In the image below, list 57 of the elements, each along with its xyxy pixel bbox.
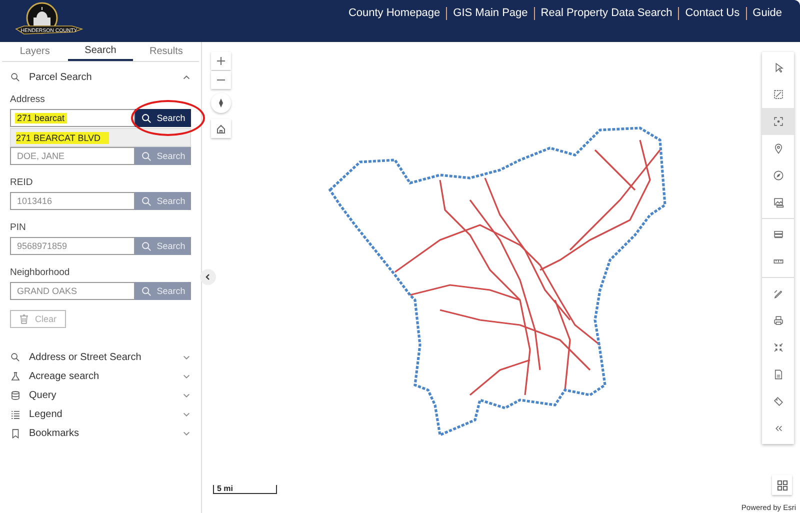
accordion-header[interactable]: Acreage search bbox=[0, 367, 201, 386]
accordion-header[interactable]: Query bbox=[0, 386, 201, 405]
grid-icon bbox=[776, 480, 788, 490]
search-icon bbox=[140, 112, 152, 124]
accordion-header[interactable]: Parcel Search bbox=[0, 62, 201, 92]
trash-icon bbox=[19, 314, 29, 324]
home-icon bbox=[216, 124, 226, 134]
search-icon bbox=[10, 352, 21, 363]
tab[interactable]: Results bbox=[133, 42, 200, 61]
focus-icon bbox=[772, 116, 784, 127]
field-label: Neighborhood bbox=[10, 267, 71, 278]
chevron-icon bbox=[204, 273, 212, 281]
location-pin-icon bbox=[772, 143, 784, 154]
field-label: REID bbox=[10, 177, 34, 188]
map-frame-icon bbox=[772, 89, 784, 100]
zoom-in-button[interactable] bbox=[211, 52, 231, 70]
document-icon bbox=[772, 369, 784, 380]
compass-button[interactable] bbox=[211, 93, 231, 113]
zoom-out-button[interactable] bbox=[211, 71, 231, 89]
search-icon bbox=[140, 196, 152, 206]
accordion-header[interactable]: Bookmarks bbox=[0, 424, 201, 443]
nav-link[interactable]: Contact Us bbox=[678, 7, 746, 20]
printer-icon bbox=[772, 315, 784, 326]
flask-icon bbox=[10, 371, 21, 382]
layers-icon bbox=[772, 229, 784, 240]
compass-icon bbox=[772, 170, 784, 181]
tag-icon bbox=[772, 396, 784, 407]
accordion-header[interactable]: Address or Street Search bbox=[0, 348, 201, 367]
suggestion-item[interactable]: 271 BEARCAT BLVD bbox=[10, 128, 191, 147]
search-button[interactable]: Search bbox=[135, 109, 191, 127]
shrink-icon bbox=[772, 342, 784, 353]
database-icon bbox=[10, 390, 21, 401]
search-icon bbox=[140, 286, 152, 296]
plus-icon bbox=[216, 56, 226, 66]
text-field[interactable]: 271 bearcat bbox=[10, 109, 135, 127]
compass-needle-icon bbox=[216, 98, 226, 108]
nav-link[interactable]: Real Property Data Search bbox=[534, 7, 678, 20]
field-label: Address bbox=[10, 94, 46, 105]
tab[interactable]: Search bbox=[68, 42, 134, 61]
basemap-gallery-button[interactable] bbox=[772, 475, 792, 495]
search-icon bbox=[140, 150, 152, 162]
search-icon bbox=[10, 72, 21, 82]
pencil-icon bbox=[772, 288, 784, 299]
accordion-header[interactable]: Legend bbox=[0, 405, 201, 424]
list-icon bbox=[10, 409, 21, 420]
nav-link[interactable]: County Homepage bbox=[342, 7, 446, 20]
scale-bar: 5 mi bbox=[213, 485, 277, 494]
collapse-panel-button[interactable] bbox=[200, 269, 216, 285]
home-button[interactable] bbox=[211, 119, 231, 138]
field-label: PIN bbox=[10, 222, 27, 233]
bookmark-icon bbox=[10, 428, 21, 439]
toolbar-button[interactable] bbox=[762, 108, 794, 135]
search-icon bbox=[140, 240, 152, 252]
nav-link[interactable]: Guide bbox=[746, 7, 788, 20]
tab[interactable]: Layers bbox=[2, 42, 68, 61]
nav-link[interactable]: GIS Main Page bbox=[446, 7, 534, 20]
image-icon bbox=[772, 197, 784, 208]
